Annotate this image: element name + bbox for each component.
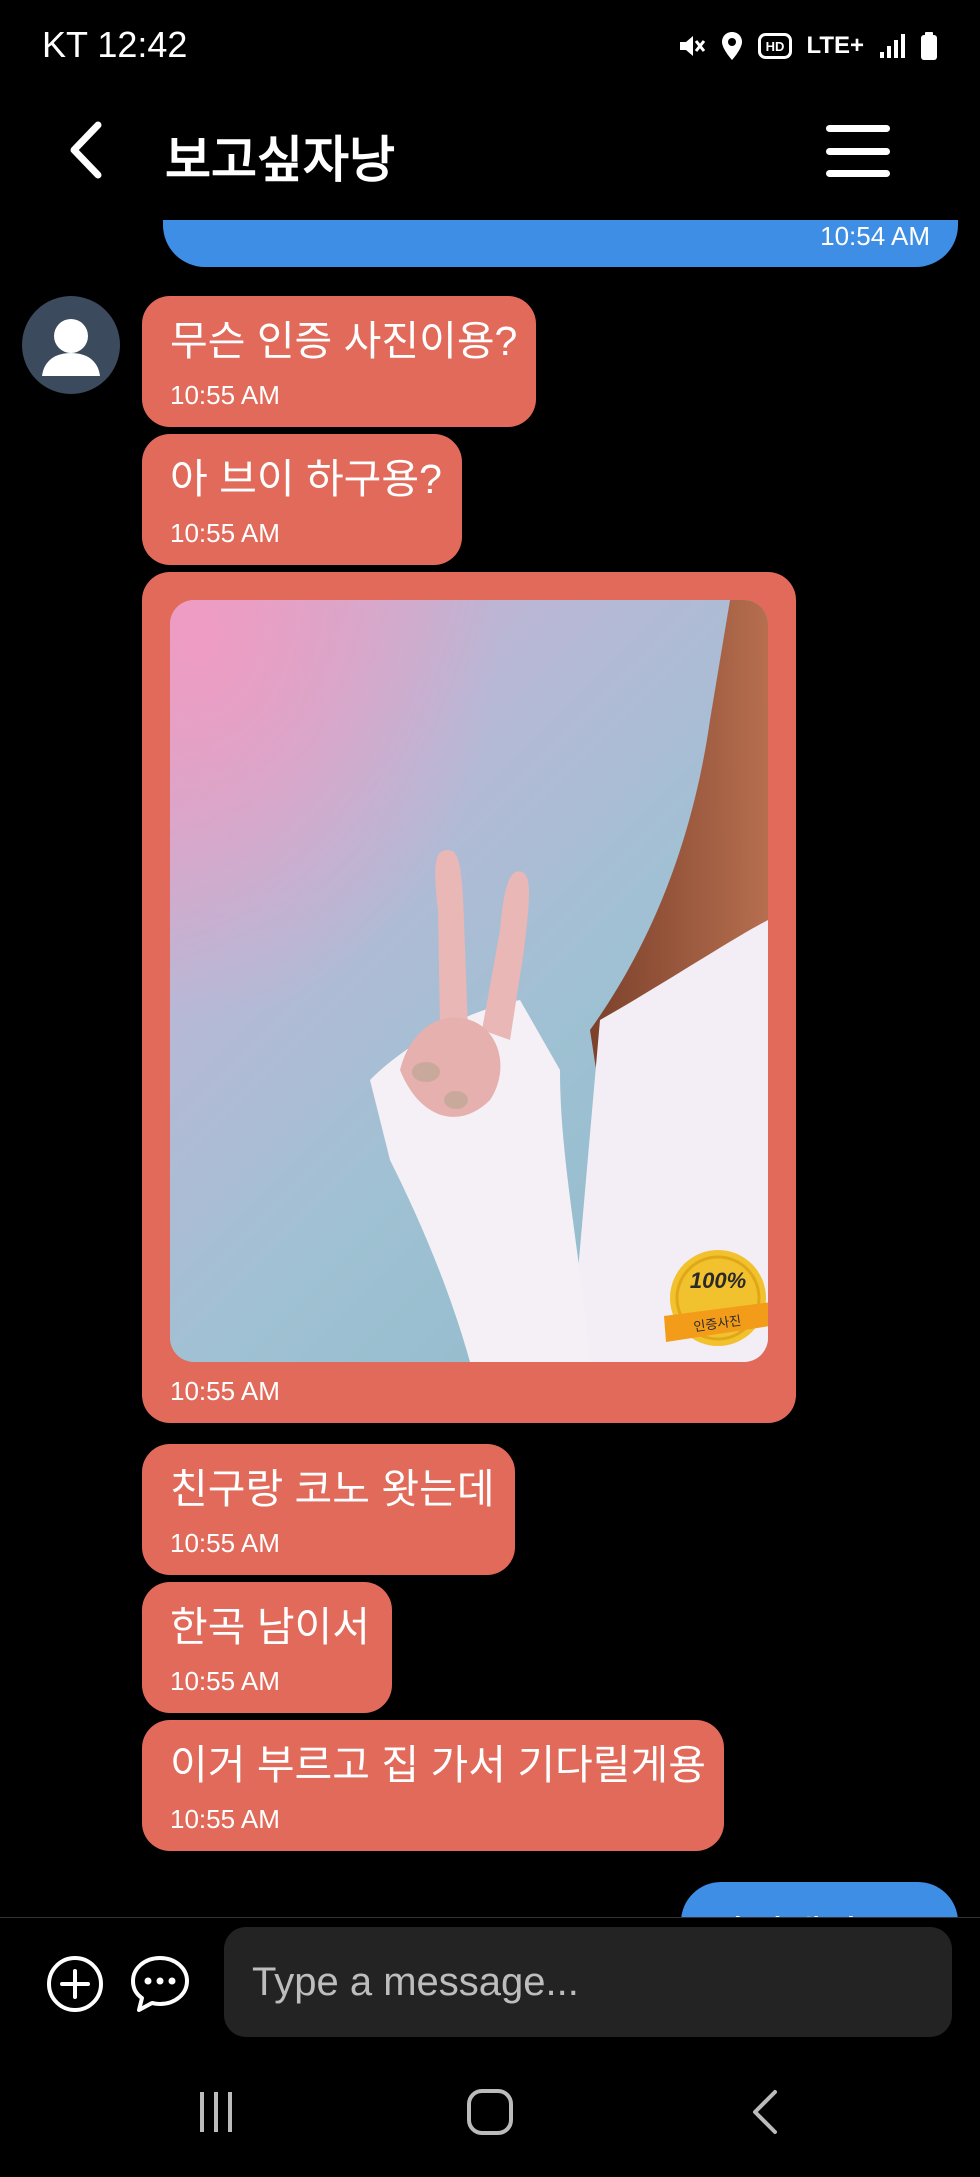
message-text: 무슨 인증 사진이용? bbox=[170, 318, 518, 364]
mute-icon bbox=[676, 31, 706, 61]
system-nav-bar bbox=[0, 2047, 980, 2177]
shared-photo[interactable]: 100% 인증사진 bbox=[170, 600, 768, 1362]
message-text: 마있겠다는 = bbox=[709, 1902, 933, 1917]
message-text: 친구랑 코노 왓는데 bbox=[170, 1466, 495, 1512]
signal-icon bbox=[878, 32, 906, 60]
received-message-bubble[interactable]: 한곡 남이서 10:55 AM bbox=[142, 1582, 392, 1713]
message-input-bar bbox=[0, 1917, 980, 2048]
message-text: 한곡 남이서 bbox=[170, 1604, 370, 1650]
back-nav-button[interactable] bbox=[733, 2080, 797, 2144]
message-time: 10:55 AM bbox=[170, 1804, 280, 1834]
status-bar: KT 12:42 HD LTE+ bbox=[0, 0, 980, 90]
hamburger-menu-icon bbox=[826, 125, 890, 132]
verified-badge: 100% 인증사진 bbox=[662, 1246, 768, 1358]
chat-title: 보고싶자낭 bbox=[165, 132, 395, 188]
user-silhouette-icon bbox=[42, 319, 100, 376]
received-message-bubble[interactable]: 친구랑 코노 왓는데 10:55 AM bbox=[142, 1444, 515, 1575]
battery-icon bbox=[920, 31, 938, 61]
chat-bubble-icon bbox=[131, 1956, 189, 2012]
recent-apps-button[interactable] bbox=[184, 2080, 248, 2144]
message-time: 10:55 AM bbox=[170, 1376, 280, 1406]
home-button[interactable] bbox=[458, 2080, 522, 2144]
received-message-bubble[interactable]: 아 브이 하구용? 10:55 AM bbox=[142, 434, 462, 565]
chat-area[interactable]: 10:54 AM 무슨 인증 사진이용? 10:55 AM 아 브이 하구용? … bbox=[0, 220, 980, 1917]
avatar[interactable] bbox=[22, 296, 120, 394]
hd-label: HD bbox=[766, 39, 785, 54]
attach-button[interactable] bbox=[45, 1954, 105, 2014]
received-photo-bubble[interactable]: 100% 인증사진 10:55 AM bbox=[142, 572, 796, 1423]
home-icon bbox=[467, 2089, 513, 2135]
menu-button[interactable] bbox=[826, 125, 890, 177]
recent-apps-icon bbox=[200, 2092, 232, 2132]
sent-message-bubble[interactable]: 마있겠다는 = bbox=[681, 1882, 958, 1917]
back-arrow-icon bbox=[753, 2090, 777, 2134]
location-icon bbox=[720, 31, 744, 61]
plus-circle-icon bbox=[47, 1956, 103, 2012]
message-text: 아 브이 하구용? bbox=[170, 456, 442, 502]
message-time: 10:55 AM bbox=[170, 518, 280, 548]
chevron-left-icon bbox=[70, 121, 102, 179]
message-time: 10:54 AM bbox=[820, 221, 930, 251]
badge-percent: 100% bbox=[690, 1268, 746, 1293]
message-text: 이거 부르고 집 가서 기다릴게용 bbox=[170, 1742, 706, 1788]
status-icons: HD LTE+ bbox=[676, 24, 938, 68]
back-button[interactable] bbox=[58, 118, 114, 182]
message-input[interactable] bbox=[224, 1927, 952, 2037]
received-message-bubble[interactable]: 무슨 인증 사진이용? 10:55 AM bbox=[142, 296, 536, 427]
received-message-bubble[interactable]: 이거 부르고 집 가서 기다릴게용 10:55 AM bbox=[142, 1720, 724, 1851]
message-time: 10:55 AM bbox=[170, 1666, 280, 1696]
message-time: 10:55 AM bbox=[170, 1528, 280, 1558]
lte-icon: LTE+ bbox=[806, 32, 864, 59]
quick-reply-button[interactable] bbox=[128, 1952, 192, 2016]
chat-header: 보고싶자낭 bbox=[0, 100, 980, 200]
sent-message-bubble[interactable]: 10:54 AM bbox=[163, 220, 958, 267]
hd-icon: HD bbox=[758, 33, 793, 59]
message-time: 10:55 AM bbox=[170, 380, 280, 410]
carrier-time: KT 12:42 bbox=[42, 24, 188, 65]
